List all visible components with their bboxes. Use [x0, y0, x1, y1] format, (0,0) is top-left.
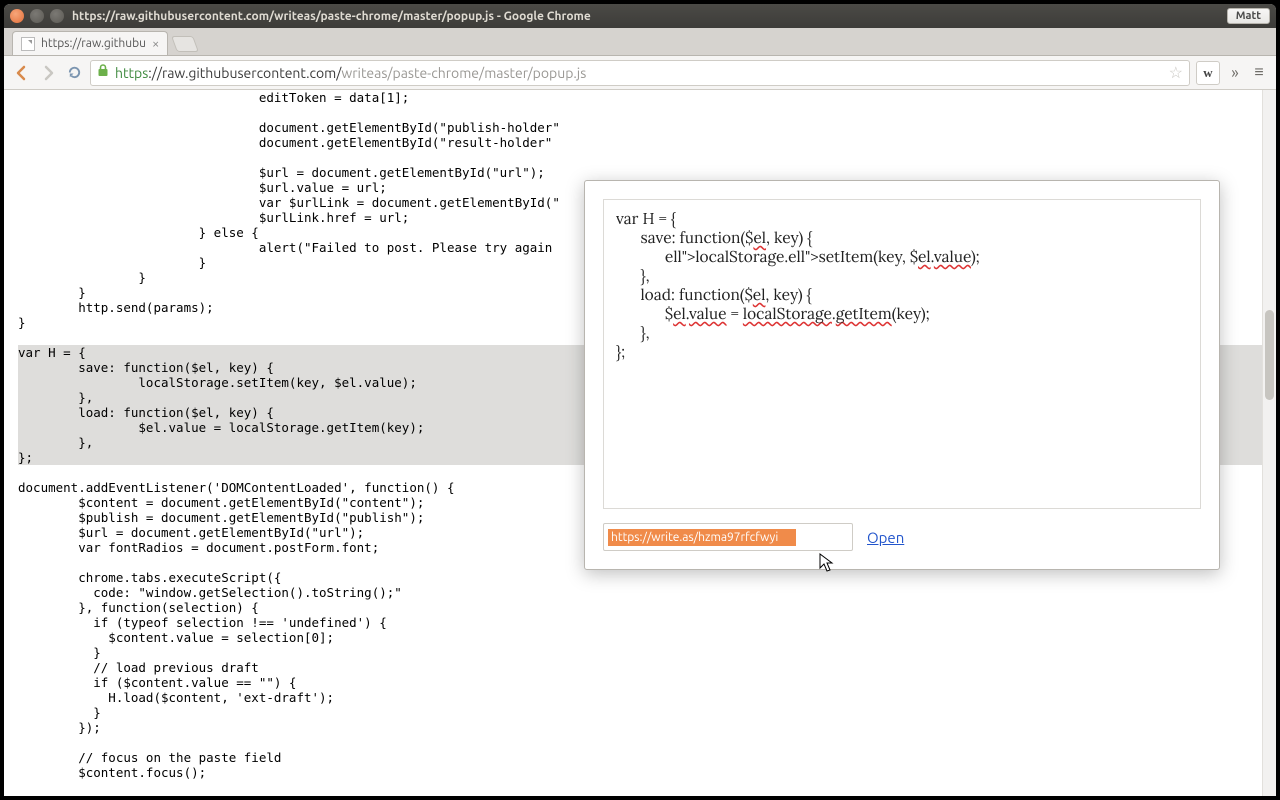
toolbar: https://raw.githubusercontent.com/writea… — [4, 56, 1276, 90]
extension-popup: var H = { save: function($el, key) { ell… — [584, 180, 1220, 570]
back-button[interactable] — [12, 63, 32, 83]
extension-writeas-button[interactable]: w — [1196, 61, 1220, 85]
tab-strip: https://raw.githubu × — [4, 28, 1276, 56]
window-minimize-icon[interactable] — [30, 9, 44, 23]
tab-active[interactable]: https://raw.githubu × — [12, 31, 168, 55]
user-badge[interactable]: Matt — [1227, 8, 1270, 24]
window-title: https://raw.githubusercontent.com/writea… — [72, 10, 1227, 23]
new-tab-button[interactable] — [171, 36, 199, 52]
address-bar[interactable]: https://raw.githubusercontent.com/writea… — [90, 60, 1190, 86]
vertical-scrollbar[interactable] — [1262, 90, 1276, 796]
open-link[interactable]: Open — [867, 529, 904, 546]
page-favicon-icon — [21, 37, 35, 51]
bookmark-star-icon[interactable]: ☆ — [1169, 63, 1183, 82]
window-maximize-icon[interactable] — [50, 9, 64, 23]
window-close-icon[interactable] — [10, 9, 24, 23]
reload-button[interactable] — [64, 63, 84, 83]
tab-title: https://raw.githubu — [41, 37, 146, 50]
forward-button — [38, 63, 58, 83]
window-titlebar: https://raw.githubusercontent.com/writea… — [4, 4, 1276, 28]
chrome-menu-icon[interactable]: ≡ — [1250, 63, 1268, 82]
tab-close-icon[interactable]: × — [152, 37, 159, 51]
paste-editor[interactable]: var H = { save: function($el, key) { ell… — [603, 199, 1201, 509]
url-text: https://raw.githubusercontent.com/writea… — [115, 65, 1163, 81]
result-url-text: https://write.as/hzma97rfcfwyi — [608, 529, 796, 546]
lock-icon — [97, 64, 109, 80]
scrollbar-thumb[interactable] — [1265, 310, 1274, 400]
result-url-field[interactable]: https://write.as/hzma97rfcfwyi — [603, 523, 853, 551]
extensions-overflow-icon[interactable]: » — [1226, 64, 1244, 82]
